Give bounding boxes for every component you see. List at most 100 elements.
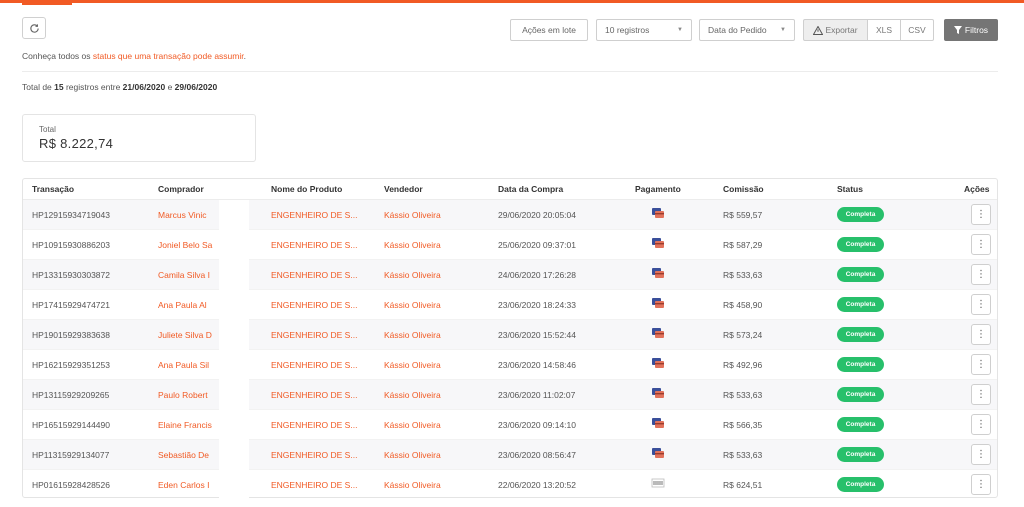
status-badge: Completa xyxy=(837,357,884,372)
buyer-link[interactable]: Marcus Vinic xyxy=(158,210,220,220)
purchase-date: 23/06/2020 14:58:46 xyxy=(498,360,576,370)
seller-link[interactable]: Kássio Oliveira xyxy=(384,480,441,490)
header-status[interactable]: Status xyxy=(837,184,863,194)
purchase-date: 23/06/2020 08:56:47 xyxy=(498,450,576,460)
row-actions-button[interactable]: ⋮ xyxy=(971,414,991,435)
row-actions-button[interactable]: ⋮ xyxy=(971,474,991,495)
header-data[interactable]: Data da Compra xyxy=(498,184,563,194)
credit-card-icon xyxy=(652,328,664,338)
status-badge: Completa xyxy=(837,327,884,342)
seller-link[interactable]: Kássio Oliveira xyxy=(384,360,441,370)
seller-link[interactable]: Kássio Oliveira xyxy=(384,390,441,400)
transaction-id[interactable]: HP13115929209265 xyxy=(32,390,109,400)
bulk-actions-button[interactable]: Ações em lote xyxy=(510,19,588,41)
total-card-label: Total xyxy=(39,125,56,134)
product-link[interactable]: ENGENHEIRO DE S... xyxy=(271,390,369,400)
more-vertical-icon: ⋮ xyxy=(976,268,986,280)
transaction-id[interactable]: HP16215929351253 xyxy=(32,360,110,370)
header-pagamento[interactable]: Pagamento xyxy=(635,184,681,194)
product-link[interactable]: ENGENHEIRO DE S... xyxy=(271,480,369,490)
more-vertical-icon: ⋮ xyxy=(976,208,986,220)
row-actions-button[interactable]: ⋮ xyxy=(971,354,991,375)
status-info-link[interactable]: status que uma transação pode assumir xyxy=(93,51,244,61)
seller-link[interactable]: Kássio Oliveira xyxy=(384,300,441,310)
csv-button[interactable]: CSV xyxy=(901,19,934,41)
product-link[interactable]: ENGENHEIRO DE S... xyxy=(271,450,369,460)
page-size-select[interactable]: 10 registros ▼ xyxy=(596,19,692,41)
transaction-id[interactable]: HP19015929383638 xyxy=(32,330,110,340)
end-date: 29/06/2020 xyxy=(174,82,218,92)
status-info-text: Conheça todos os xyxy=(22,51,93,61)
buyer-link[interactable]: Paulo Robert xyxy=(158,390,220,400)
row-actions-button[interactable]: ⋮ xyxy=(971,234,991,255)
commission: R$ 573,24 xyxy=(723,330,763,340)
seller-link[interactable]: Kássio Oliveira xyxy=(384,450,441,460)
more-vertical-icon: ⋮ xyxy=(976,418,986,430)
seller-link[interactable]: Kássio Oliveira xyxy=(384,240,441,250)
transaction-id[interactable]: HP01615928428526 xyxy=(32,480,110,490)
transaction-id[interactable]: HP16515929144490 xyxy=(32,420,110,430)
product-link[interactable]: ENGENHEIRO DE S... xyxy=(271,420,369,430)
status-badge: Completa xyxy=(837,447,884,462)
buyer-link[interactable]: Eden Carlos I xyxy=(158,480,220,490)
header-vendedor[interactable]: Vendedor xyxy=(384,184,423,194)
header-produto[interactable]: Nome do Produto xyxy=(271,184,342,194)
page-size-value: 10 registros xyxy=(605,25,650,35)
refresh-button[interactable] xyxy=(22,17,46,39)
credit-card-icon xyxy=(652,388,664,398)
header-comprador[interactable]: Comprador xyxy=(158,184,204,194)
commission: R$ 533,63 xyxy=(723,390,763,400)
total-summary-middle: registros entre xyxy=(63,82,123,92)
buyer-link[interactable]: Ana Paula Al xyxy=(158,300,220,310)
transaction-id[interactable]: HP13315930303872 xyxy=(32,270,110,280)
date-field-value: Data do Pedido xyxy=(708,25,767,35)
seller-link[interactable]: Kássio Oliveira xyxy=(384,420,441,430)
seller-link[interactable]: Kássio Oliveira xyxy=(384,330,441,340)
buyer-link[interactable]: Sebastião De xyxy=(158,450,220,460)
credit-card-icon xyxy=(652,268,664,278)
table-row: HP16215929351253 Ana Paula Sil ENGENHEIRO … xyxy=(23,350,997,380)
divider xyxy=(22,71,998,72)
top-accent-bar xyxy=(0,0,1024,3)
table-row: HP13115929209265 Paulo Robert ENGENHEIRO D… xyxy=(23,380,997,410)
row-actions-button[interactable]: ⋮ xyxy=(971,444,991,465)
product-link[interactable]: ENGENHEIRO DE S... xyxy=(271,330,369,340)
seller-link[interactable]: Kássio Oliveira xyxy=(384,270,441,280)
buyer-link[interactable]: Joniel Belo Sa xyxy=(158,240,220,250)
purchase-date: 29/06/2020 20:05:04 xyxy=(498,210,576,220)
header-comissao[interactable]: Comissão xyxy=(723,184,764,194)
transaction-id[interactable]: HP10915930886203 xyxy=(32,240,110,250)
product-link[interactable]: ENGENHEIRO DE S... xyxy=(271,270,369,280)
product-link[interactable]: ENGENHEIRO DE S... xyxy=(271,210,369,220)
total-summary-and: e xyxy=(165,82,175,92)
date-field-select[interactable]: Data do Pedido ▼ xyxy=(699,19,795,41)
purchase-date: 23/06/2020 18:24:33 xyxy=(498,300,576,310)
product-link[interactable]: ENGENHEIRO DE S... xyxy=(271,360,369,370)
active-tab-indicator xyxy=(22,3,72,5)
credit-card-icon xyxy=(652,448,664,458)
row-actions-button[interactable]: ⋮ xyxy=(971,294,991,315)
row-actions-button[interactable]: ⋮ xyxy=(971,384,991,405)
row-actions-button[interactable]: ⋮ xyxy=(971,204,991,225)
product-link[interactable]: ENGENHEIRO DE S... xyxy=(271,240,369,250)
buyer-link[interactable]: Juliete Silva D xyxy=(158,330,220,340)
product-link[interactable]: ENGENHEIRO DE S... xyxy=(271,300,369,310)
export-button[interactable]: Exportar xyxy=(803,19,868,41)
xls-button[interactable]: XLS xyxy=(868,19,901,41)
chevron-down-icon: ▼ xyxy=(780,27,786,33)
filters-button[interactable]: Filtros xyxy=(944,19,998,41)
buyer-link[interactable]: Camila Silva I xyxy=(158,270,220,280)
row-actions-button[interactable]: ⋮ xyxy=(971,264,991,285)
header-transacao[interactable]: Transação xyxy=(32,184,74,194)
refresh-icon xyxy=(29,23,39,33)
buyer-link[interactable]: Ana Paula Sil xyxy=(158,360,220,370)
buyer-link[interactable]: Elaine Francis xyxy=(158,420,220,430)
transaction-id[interactable]: HP17415929474721 xyxy=(32,300,110,310)
row-actions-button[interactable]: ⋮ xyxy=(971,324,991,345)
total-summary-prefix: Total de xyxy=(22,82,55,92)
transaction-id[interactable]: HP11315929134077 xyxy=(32,450,109,460)
payment-method xyxy=(651,267,667,281)
transaction-id[interactable]: HP12915934719043 xyxy=(32,210,110,220)
seller-link[interactable]: Kássio Oliveira xyxy=(384,210,441,220)
credit-card-icon xyxy=(652,418,664,428)
